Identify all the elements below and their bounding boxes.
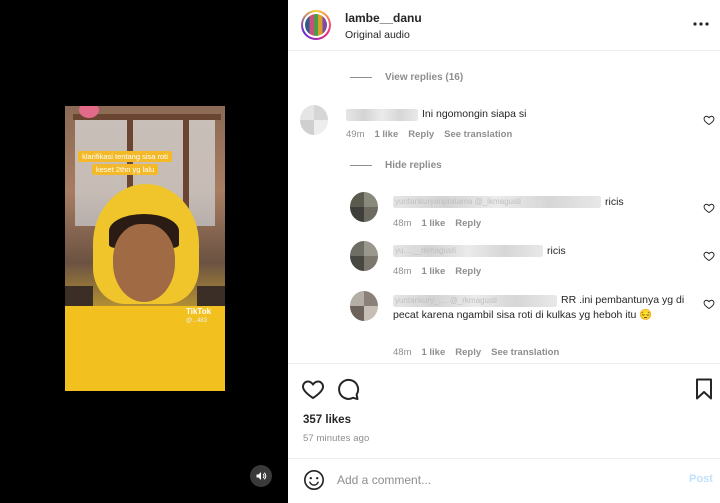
comment-icon[interactable]	[336, 377, 360, 401]
comment-composer: Post	[288, 459, 720, 503]
commenter-name-blurred[interactable]: yu....__rkmagusti	[393, 245, 543, 257]
media-panel: klarifikasi tentang sisa roti keset 2thn…	[0, 0, 288, 503]
post-actions: 357 likes 57 minutes ago	[288, 364, 720, 459]
see-translation-button[interactable]: See translation	[491, 347, 559, 358]
comment-meta: 48m 1 like Reply	[393, 218, 482, 229]
heart-icon[interactable]	[703, 250, 715, 262]
post-button[interactable]: Post	[689, 473, 713, 485]
hide-replies-button[interactable]: Hide replies	[350, 160, 442, 171]
username[interactable]: lambe__danu	[345, 11, 422, 25]
comment-meta: 48m 1 like Reply See translation	[393, 347, 560, 358]
comment-likes[interactable]: 1 like	[421, 218, 445, 229]
more-icon[interactable]	[692, 17, 710, 31]
comment-meta: 48m 1 like Reply	[393, 266, 482, 277]
heart-icon[interactable]	[703, 114, 715, 126]
save-icon[interactable]	[692, 377, 716, 401]
sound-icon[interactable]	[250, 465, 272, 487]
heart-icon[interactable]	[703, 202, 715, 214]
video-player[interactable]: klarifikasi tentang sisa roti keset 2thn…	[65, 106, 225, 391]
avatar[interactable]	[350, 241, 378, 271]
emoji-icon[interactable]	[303, 469, 325, 491]
view-replies-button[interactable]: View replies (16)	[350, 72, 463, 83]
video-caption: klarifikasi tentang sisa roti keset 2thn…	[75, 150, 175, 176]
avatar[interactable]	[350, 291, 378, 321]
comment-input[interactable]	[337, 470, 667, 490]
commenter-name-blurred[interactable]: yuntankuryanpratama @_ikmagusti	[393, 196, 601, 208]
comment-text: RR .ini pembantunya yg di pecat karena n…	[393, 294, 685, 321]
tiktok-watermark: TikTok	[186, 307, 212, 316]
avatar[interactable]	[300, 105, 328, 135]
reply-button[interactable]: Reply	[455, 347, 481, 358]
comments-list: View replies (16) Ini ngomongin siapa si…	[288, 51, 720, 364]
comment-text: Ini ngomongin siapa si	[422, 108, 527, 120]
audio-label[interactable]: Original audio	[345, 29, 410, 41]
likes-count[interactable]: 357 likes	[303, 414, 351, 426]
comment-text: ricis	[605, 196, 624, 208]
video-person-face	[113, 224, 175, 302]
post-panel: lambe__danu Original audio View replies …	[288, 0, 720, 503]
comment-likes[interactable]: 1 like	[374, 129, 398, 140]
comment-meta: 49m 1 like Reply See translation	[346, 129, 513, 140]
post-timestamp[interactable]: 57 minutes ago	[303, 433, 369, 444]
reply-button[interactable]: Reply	[455, 218, 481, 229]
heart-icon[interactable]	[301, 377, 325, 401]
reply-button[interactable]: Reply	[455, 266, 481, 277]
reply-button[interactable]: Reply	[408, 129, 434, 140]
comment-likes[interactable]: 1 like	[421, 347, 445, 358]
avatar[interactable]	[350, 192, 378, 222]
see-translation-button[interactable]: See translation	[444, 129, 512, 140]
comment-text: ricis	[547, 245, 566, 257]
avatar[interactable]	[301, 10, 331, 40]
tiktok-watermark-user: @...483	[186, 318, 208, 324]
post-header: lambe__danu Original audio	[288, 0, 720, 51]
comment-likes[interactable]: 1 like	[421, 266, 445, 277]
heart-icon[interactable]	[703, 298, 715, 310]
commenter-name-blurred[interactable]	[346, 109, 418, 121]
